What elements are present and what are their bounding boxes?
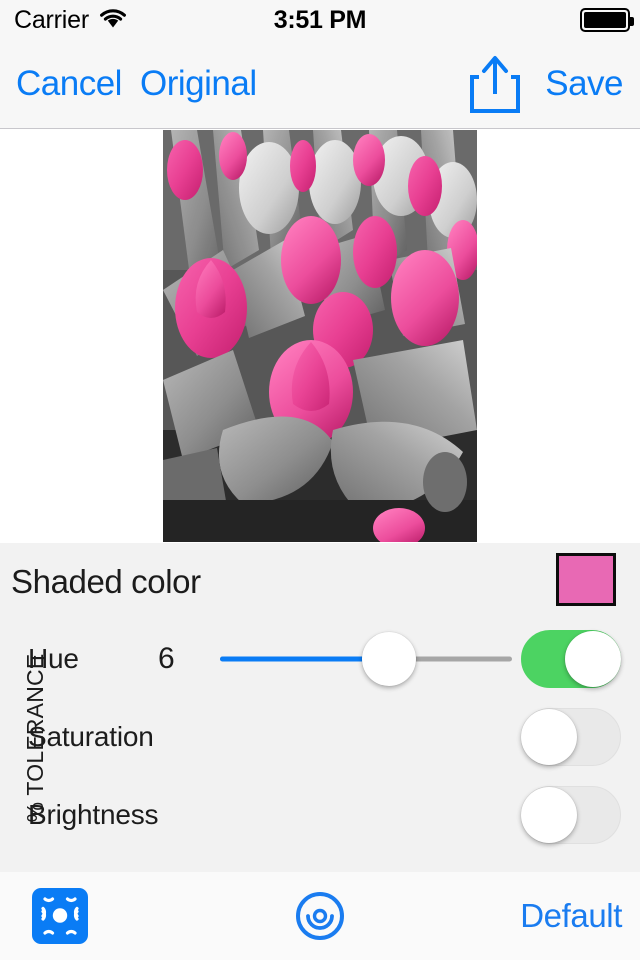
hue-toggle-knob xyxy=(565,631,621,687)
panel-title: Shaded color xyxy=(11,563,201,600)
saturation-toggle-knob xyxy=(521,709,577,765)
battery-icon xyxy=(580,8,634,32)
shaded-color-swatch[interactable] xyxy=(556,553,616,606)
default-button[interactable]: Default xyxy=(520,897,622,935)
edited-photo[interactable] xyxy=(163,130,477,542)
photo-image xyxy=(163,130,477,542)
status-bar: Carrier 3:51 PM xyxy=(0,0,640,40)
chroma-key-icon xyxy=(41,897,79,935)
adjustment-panel: Shaded color % TOLERANCE Hue 6 Saturatio… xyxy=(0,543,640,872)
chroma-key-button[interactable] xyxy=(32,888,88,944)
battery-fill xyxy=(584,12,626,28)
navigation-bar: Cancel Original Save xyxy=(0,40,640,129)
original-button[interactable]: Original xyxy=(140,64,257,104)
row-label-hue: Hue xyxy=(28,643,79,674)
photo-canvas[interactable] xyxy=(0,129,640,543)
saturation-toggle[interactable] xyxy=(521,708,621,766)
brightness-toggle-knob xyxy=(521,787,577,843)
row-label-saturation: Saturation xyxy=(28,721,154,752)
status-bar-right xyxy=(580,8,634,32)
hue-toggle[interactable] xyxy=(521,630,621,688)
row-value-hue: 6 xyxy=(158,642,175,675)
cancel-button[interactable]: Cancel xyxy=(16,64,122,104)
adjust-row-saturation: Saturation xyxy=(0,698,640,776)
brightness-toggle[interactable] xyxy=(521,786,621,844)
hue-slider[interactable] xyxy=(220,632,512,686)
color-picker-target-icon xyxy=(296,892,344,940)
bottom-toolbar: Default xyxy=(0,872,640,960)
adjust-row-brightness: Brightness xyxy=(0,776,640,854)
share-icon xyxy=(470,56,520,113)
app-root: Carrier 3:51 PM Cancel Original Save Sha… xyxy=(0,0,640,960)
save-button[interactable]: Save xyxy=(545,64,623,104)
adjust-row-hue: Hue 6 xyxy=(0,620,640,698)
hue-slider-thumb[interactable] xyxy=(362,632,417,686)
battery-cap xyxy=(630,17,634,26)
row-label-brightness: Brightness xyxy=(28,799,159,830)
share-button[interactable] xyxy=(466,53,524,115)
clock-label: 3:51 PM xyxy=(273,5,367,34)
color-picker-button[interactable] xyxy=(294,890,346,942)
